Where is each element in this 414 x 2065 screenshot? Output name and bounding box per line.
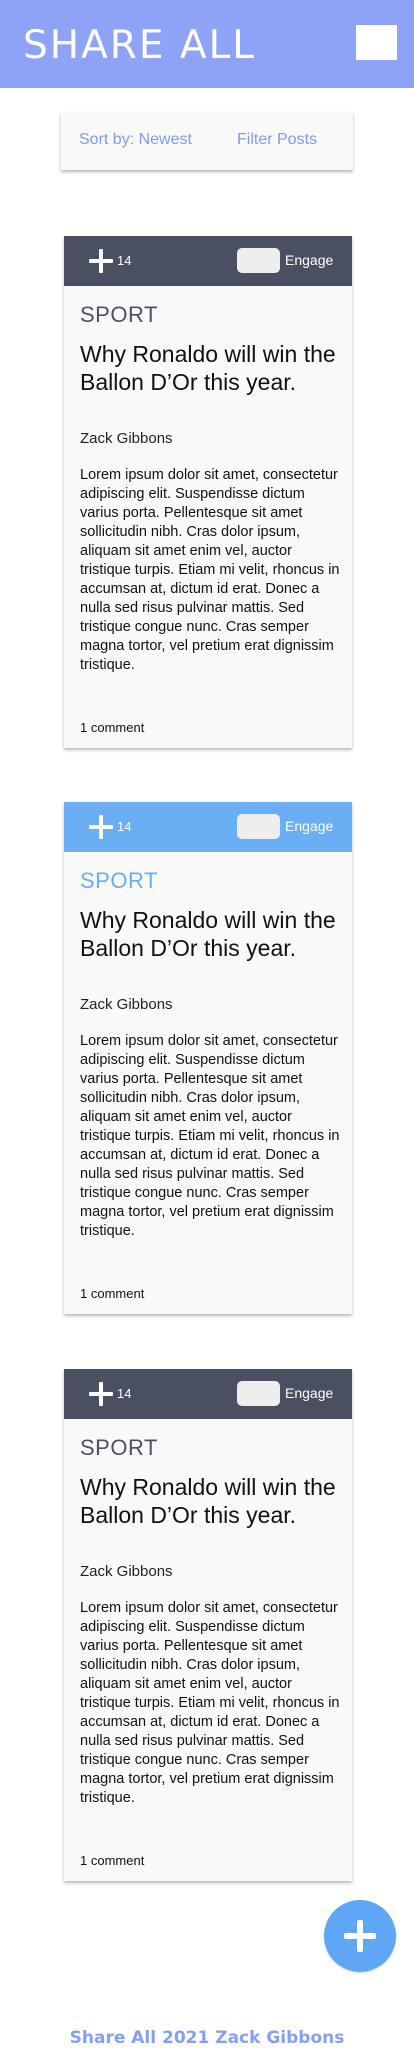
app-header: SHARE ALL <box>0 0 414 88</box>
post-title[interactable]: Why Ronaldo will win the Ballon D’Or thi… <box>80 906 342 962</box>
comments-link[interactable]: 1 comment <box>80 720 144 735</box>
engage-toggle[interactable] <box>237 248 280 273</box>
new-post-button[interactable] <box>324 1900 396 1972</box>
sort-filter-bar: Sort by: Newest Filter Posts <box>61 112 353 170</box>
menu-icon[interactable] <box>356 25 397 60</box>
footer-credit: Share All 2021 Zack Gibbons <box>69 2028 345 2048</box>
post-action-bar: 14 Engage <box>64 1369 352 1419</box>
engage-toggle[interactable] <box>237 1381 280 1406</box>
engage-label: Engage <box>285 252 334 268</box>
engage-label: Engage <box>285 818 334 834</box>
post-author: Zack Gibbons <box>80 430 173 447</box>
post-excerpt: Lorem ipsum dolor sit amet, consectetur … <box>80 467 340 673</box>
post-card[interactable]: 14 Engage SPORT Why Ronaldo will win the… <box>64 1369 352 1881</box>
filter-posts-button[interactable]: Filter Posts <box>237 131 317 149</box>
post-excerpt: Lorem ipsum dolor sit amet, consectetur … <box>80 1600 340 1806</box>
plus-icon[interactable] <box>89 1382 113 1406</box>
plus-count: 14 <box>117 819 132 834</box>
engage-toggle[interactable] <box>237 814 280 839</box>
plus-icon[interactable] <box>89 249 113 273</box>
post-excerpt: Lorem ipsum dolor sit amet, consectetur … <box>80 1033 340 1239</box>
post-action-bar: 14 Engage <box>64 802 352 852</box>
post-category: SPORT <box>80 302 158 327</box>
post-category: SPORT <box>80 1435 158 1460</box>
post-card[interactable]: 14 Engage SPORT Why Ronaldo will win the… <box>64 802 352 1314</box>
post-action-bar: 14 Engage <box>64 236 352 286</box>
plus-icon[interactable] <box>89 815 113 839</box>
plus-icon <box>344 1920 376 1952</box>
plus-count: 14 <box>117 1386 132 1401</box>
post-author: Zack Gibbons <box>80 996 173 1013</box>
post-title[interactable]: Why Ronaldo will win the Ballon D’Or thi… <box>80 1473 342 1529</box>
engage-label: Engage <box>285 1385 334 1401</box>
plus-count: 14 <box>117 253 132 268</box>
comments-link[interactable]: 1 comment <box>80 1853 144 1868</box>
post-card[interactable]: 14 Engage SPORT Why Ronaldo will win the… <box>64 236 352 748</box>
post-title[interactable]: Why Ronaldo will win the Ballon D’Or thi… <box>80 340 342 396</box>
sort-button[interactable]: Sort by: Newest <box>79 131 192 149</box>
app-title: SHARE ALL <box>23 23 257 68</box>
post-category: SPORT <box>80 868 158 893</box>
post-author: Zack Gibbons <box>80 1563 173 1580</box>
comments-link[interactable]: 1 comment <box>80 1286 144 1301</box>
